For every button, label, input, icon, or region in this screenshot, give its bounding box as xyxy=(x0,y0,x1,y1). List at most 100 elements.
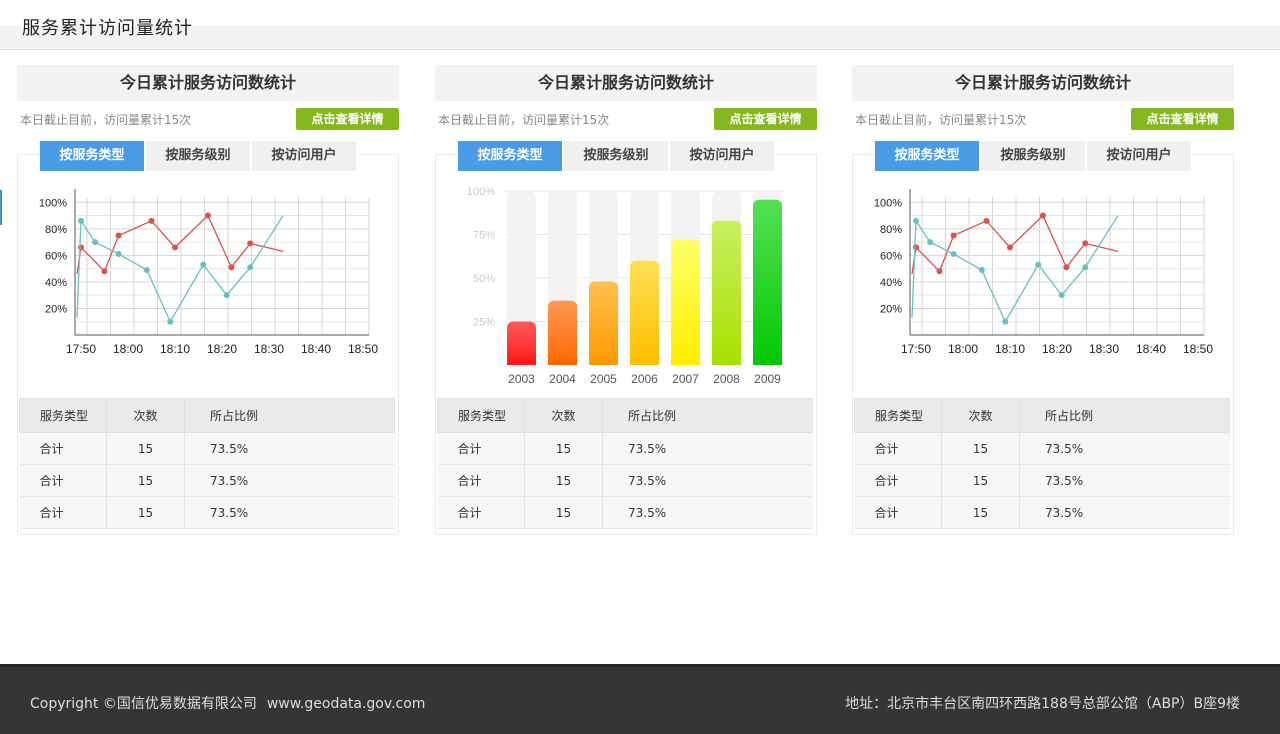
cell-ratio: 73.5% xyxy=(184,432,395,465)
page-title: 服务累计访问量统计 xyxy=(22,18,193,39)
y-tick-label: 60% xyxy=(880,250,902,262)
x-tick-label: 2007 xyxy=(672,372,699,386)
table-row: 合计 15 73.5% xyxy=(854,464,1230,497)
y-tick-label: 50% xyxy=(473,273,495,285)
tab-bar: 按服务类型 按服务级别 按访问用户 xyxy=(458,141,776,171)
table-row: 合计 15 73.5% xyxy=(19,432,395,465)
cell-count: 15 xyxy=(524,432,603,465)
line-chart-svg: 20% 40% 60% 80% 100% 17:50 18:00 18:10 18:20 18:3… xyxy=(874,189,1213,356)
website-link[interactable]: www.geodata.gov.com xyxy=(267,696,426,712)
cell-type: 合计 xyxy=(437,432,525,465)
cell-ratio: 73.5% xyxy=(602,432,813,465)
y-tick-label: 100% xyxy=(39,197,67,209)
table-row: 合计 15 73.5% xyxy=(437,432,813,465)
cell-ratio: 73.5% xyxy=(602,496,813,529)
table-row: 合计 15 73.5% xyxy=(854,496,1230,529)
x-tick-label: 18:20 xyxy=(1042,342,1072,356)
cell-type: 合计 xyxy=(437,496,525,529)
x-tick-label: 18:00 xyxy=(948,342,978,356)
cell-ratio: 73.5% xyxy=(1019,464,1230,497)
tab-service-level[interactable]: 按服务级别 xyxy=(564,141,670,171)
copyright-text: Copyright ©国信优易数据有限公司 xyxy=(30,696,257,712)
tab-bar: 按服务类型 按服务级别 按访问用户 xyxy=(40,141,358,171)
tab-access-user[interactable]: 按访问用户 xyxy=(1087,141,1193,171)
bar-base xyxy=(671,359,700,365)
data-point xyxy=(228,264,235,271)
header-count: 次数 xyxy=(106,398,185,433)
y-tick-label: 80% xyxy=(880,224,902,236)
stats-table: 服务类型 次数 所占比例 合计 15 73.5% 合计 15 73.5% 合计 15 73.… xyxy=(437,398,813,529)
stats-panel-1: 今日累计服务访问数统计 本日截止目前，访问量累计15次 点击查看详情 按服务类型… xyxy=(17,65,399,535)
bar-base xyxy=(753,359,782,365)
data-point xyxy=(936,268,943,275)
data-point xyxy=(148,217,155,224)
tab-access-user[interactable]: 按访问用户 xyxy=(252,141,358,171)
view-details-button[interactable]: 点击查看详情 xyxy=(714,108,817,130)
table-row: 合计 15 73.5% xyxy=(437,464,813,497)
panel-title: 今日累计服务访问数统计 xyxy=(852,65,1234,101)
line-chart-svg: 20% 40% 60% 80% 100% 17:50 18:00 18:10 18:20 18:3… xyxy=(39,189,378,356)
bar-base xyxy=(589,359,618,365)
stats-panel-3: 今日累计服务访问数统计 本日截止目前，访问量累计15次 点击查看详情 按服务类型… xyxy=(852,65,1234,535)
data-point xyxy=(983,217,990,224)
x-tick-label: 18:50 xyxy=(1183,342,1213,356)
y-tick-label: 20% xyxy=(45,303,67,315)
tab-service-level[interactable]: 按服务级别 xyxy=(981,141,1087,171)
line-chart: 20% 40% 60% 80% 100% 17:50 18:00 18:10 18:20 18:3… xyxy=(852,185,1234,395)
x-tick-label: 18:00 xyxy=(113,342,143,356)
panel-summary: 本日截止目前，访问量累计15次 xyxy=(855,113,1027,127)
tab-service-level[interactable]: 按服务级别 xyxy=(146,141,252,171)
tab-service-type[interactable]: 按服务类型 xyxy=(458,141,564,171)
cell-count: 15 xyxy=(941,432,1020,465)
tab-access-user[interactable]: 按访问用户 xyxy=(670,141,776,171)
view-details-button[interactable]: 点击查看详情 xyxy=(296,108,399,130)
address-text: 地址：北京市丰台区南四环西路188号总部公馆（ABP）B座9楼 xyxy=(845,696,1240,712)
cell-type: 合计 xyxy=(854,464,942,497)
bar xyxy=(753,199,782,365)
cell-type: 合计 xyxy=(854,496,942,529)
cell-type: 合计 xyxy=(19,464,107,497)
data-point xyxy=(1058,292,1065,299)
cell-count: 15 xyxy=(941,496,1020,529)
header-count: 次数 xyxy=(524,398,603,433)
cell-ratio: 73.5% xyxy=(184,464,395,497)
data-point xyxy=(927,239,934,246)
data-point xyxy=(172,244,178,251)
x-tick-label: 18:30 xyxy=(1089,342,1119,356)
bar-chart-svg: 25% 50% 75% 100% 2003 2004 2005 2006 2007 2008 200… xyxy=(467,186,785,386)
table-row: 合计 15 73.5% xyxy=(437,496,813,529)
tab-service-type[interactable]: 按服务类型 xyxy=(40,141,146,171)
x-tick-label: 2008 xyxy=(713,372,740,386)
y-tick-label: 100% xyxy=(874,197,902,209)
data-point xyxy=(204,212,211,219)
y-tick-label: 20% xyxy=(880,303,902,315)
data-point xyxy=(115,251,122,258)
data-point xyxy=(247,264,254,271)
header-count: 次数 xyxy=(941,398,1020,433)
header-ratio: 所占比例 xyxy=(184,398,395,433)
x-tick-label: 18:30 xyxy=(254,342,284,356)
panel-title: 今日累计服务访问数统计 xyxy=(17,65,399,101)
bar xyxy=(712,220,741,365)
cell-type: 合计 xyxy=(19,432,107,465)
data-point xyxy=(913,217,919,224)
data-point xyxy=(78,217,84,224)
bar-chart: 25% 50% 75% 100% 2003 2004 2005 2006 2007 2008 200… xyxy=(435,185,817,395)
bar xyxy=(507,321,536,365)
line-chart: 20% 40% 60% 80% 100% 17:50 18:00 18:10 18:20 18:3… xyxy=(17,185,399,395)
x-tick-label: 2003 xyxy=(508,372,535,386)
x-tick-label: 2004 xyxy=(549,372,576,386)
view-details-button[interactable]: 点击查看详情 xyxy=(1131,108,1234,130)
x-tick-label: 18:10 xyxy=(995,342,1025,356)
table-header-row: 服务类型 次数 所占比例 xyxy=(19,398,395,433)
panel-title: 今日累计服务访问数统计 xyxy=(435,65,817,101)
header-service-type: 服务类型 xyxy=(437,398,525,433)
table-row: 合计 15 73.5% xyxy=(19,464,395,497)
data-point xyxy=(950,251,957,258)
tab-service-type[interactable]: 按服务类型 xyxy=(875,141,981,171)
data-point xyxy=(200,261,207,268)
cell-type: 合计 xyxy=(437,464,525,497)
y-tick-label: 25% xyxy=(473,317,495,329)
x-tick-label: 2006 xyxy=(631,372,658,386)
bar-base xyxy=(630,359,659,365)
